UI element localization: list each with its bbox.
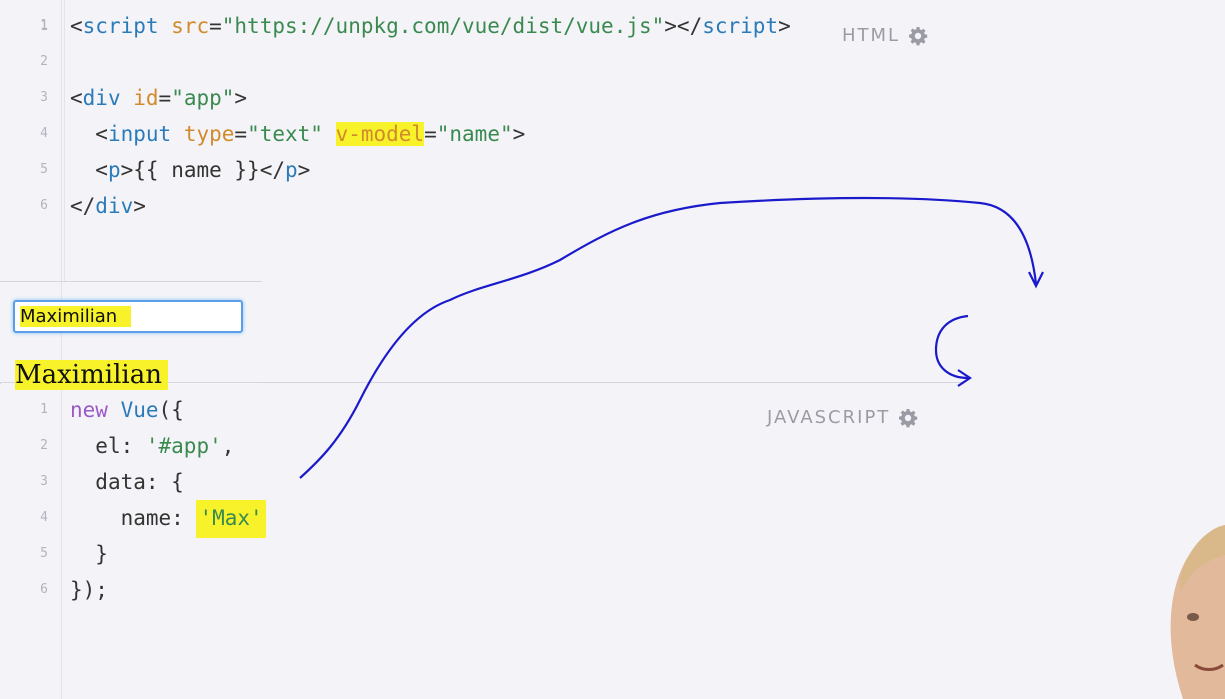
html-code-line-4[interactable]: <input type="text" v-model="name"> [70, 120, 525, 148]
name-input[interactable]: Maximilian [13, 300, 243, 333]
html-code-line-1[interactable]: <script src="https://unpkg.com/vue/dist/… [70, 12, 791, 40]
javascript-editor-pane[interactable]: 1 2 3 4 5 6 new Vue({ el: '#app', data: … [0, 384, 963, 699]
html-panel-label: HTML [842, 25, 928, 46]
line-number: 2 [40, 438, 48, 453]
max-value-highlight: 'Max' [196, 500, 266, 538]
js-code-line-3[interactable]: data: { [70, 468, 184, 496]
html-code-line-5[interactable]: <p>{{ name }}</p> [70, 156, 310, 184]
js-code-line-4[interactable]: name: 'Max' [70, 500, 266, 538]
js-code-line-2[interactable]: el: '#app', [70, 432, 234, 460]
html-code-line-6[interactable]: </div> [70, 192, 146, 220]
line-number: 4 [40, 510, 48, 525]
line-number: 3 [40, 474, 48, 489]
input-value: Maximilian [20, 306, 132, 327]
webcam-overlay [1170, 525, 1225, 699]
js-code-line-6[interactable]: }); [70, 576, 108, 604]
gear-icon[interactable] [908, 26, 928, 46]
javascript-panel-label: JAVASCRIPT [767, 407, 918, 428]
line-number: 6 [40, 582, 48, 597]
gear-icon[interactable] [898, 408, 918, 428]
html-code-line-3[interactable]: <div id="app"> [70, 84, 247, 112]
js-code-line-5[interactable]: } [70, 540, 108, 568]
result-line-gutter: 1 [0, 0, 65, 281]
line-number: 1 [40, 402, 48, 417]
js-code-line-1[interactable]: new Vue({ [70, 396, 184, 424]
line-number: 5 [40, 546, 48, 561]
js-line-gutter: 1 2 3 4 5 6 [0, 384, 62, 699]
result-divider [0, 281, 262, 282]
output-paragraph: Maximilian [15, 360, 168, 390]
v-model-highlight: v-model [335, 122, 425, 146]
line-number: 1 [40, 19, 48, 34]
